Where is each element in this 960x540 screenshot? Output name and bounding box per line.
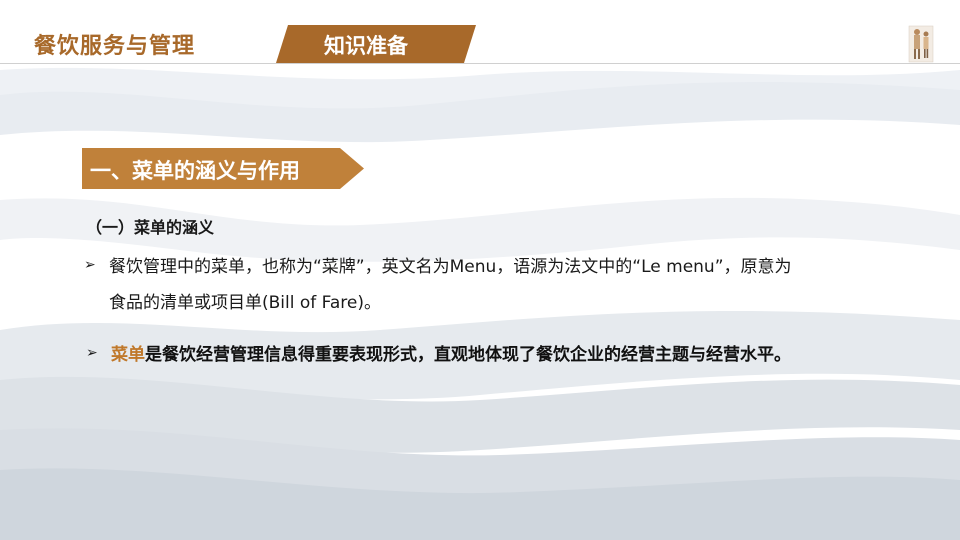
bullet-text-2-body: 是餐饮经营管理信息得重要表现形式，直观地体现了餐饮企业的经营主题与经营水平。 <box>145 345 791 365</box>
bullet-arrow-icon: ➢ <box>84 257 96 273</box>
bullet-text-2: 菜单是餐饮经营管理信息得重要表现形式，直观地体现了餐饮企业的经营主题与经营水平。 <box>111 337 831 373</box>
section-tab-label: 知识准备 <box>324 34 408 58</box>
course-title: 餐饮服务与管理 <box>34 34 196 59</box>
bullet-arrow-icon: ➢ <box>86 345 98 361</box>
decorative-figure-icon <box>908 25 934 63</box>
section-heading: 一、菜单的涵义与作用 <box>90 159 300 183</box>
section-heading-banner: 一、菜单的涵义与作用 <box>82 148 364 189</box>
bullet-text-1: 餐饮管理中的菜单，也称为“菜牌”，英文名为Menu，语源为法文中的“Le men… <box>109 257 792 313</box>
header-divider <box>0 63 960 64</box>
highlight-term: 菜单 <box>111 345 145 365</box>
subheading: （一）菜单的涵义 <box>86 218 215 237</box>
section-tab: 知识准备 <box>276 25 476 63</box>
